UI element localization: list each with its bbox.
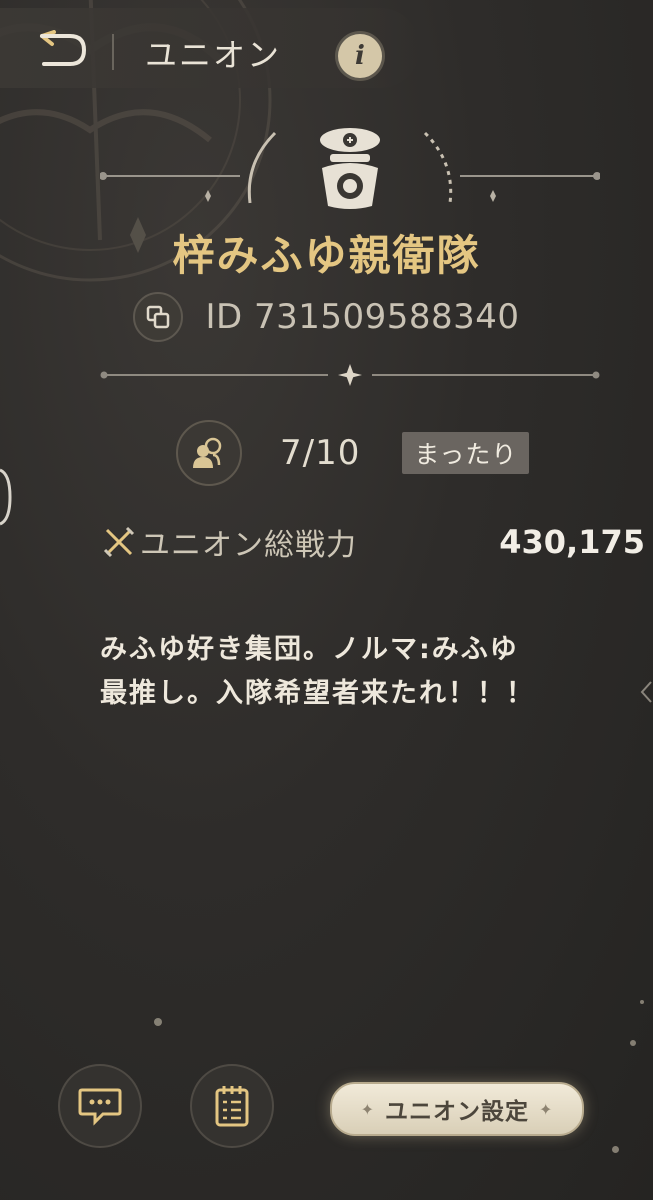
member-row: 7/10 まったり [176, 420, 530, 486]
left-edge-tab[interactable] [0, 462, 12, 532]
copy-id-button[interactable] [133, 292, 184, 342]
right-edge-arrow-icon[interactable] [639, 680, 653, 704]
back-button[interactable] [30, 30, 94, 70]
notes-button[interactable] [190, 1064, 274, 1148]
member-list-button[interactable] [176, 420, 242, 486]
union-id: ID 731509588340 [205, 297, 520, 337]
members-icon [193, 437, 222, 468]
union-description: みふゆ好き集団。ノルマ:みふゆ 最推し。入隊希望者来たれ！！！ [100, 628, 570, 716]
top-bar: ユニオン i [0, 8, 420, 88]
union-settings-button[interactable]: ✦ ユニオン設定 ✦ [330, 1082, 584, 1136]
back-arrow-icon [40, 30, 87, 66]
sparkle-decoration [612, 1146, 619, 1153]
chat-icon [78, 1088, 122, 1126]
topbar-divider [112, 34, 114, 70]
sparkle-icon: ✦ [360, 1099, 375, 1119]
notes-icon [215, 1086, 249, 1127]
union-id-row: ID 731509588340 [0, 292, 653, 342]
sparkle-decoration [154, 1018, 162, 1026]
divider-ornament [100, 364, 600, 386]
description-line: みふゆ好き集団。ノルマ:みふゆ [100, 634, 519, 665]
member-count: 7/10 [280, 433, 361, 473]
power-label: ユニオン総戦力 [140, 528, 357, 563]
sparkle-decoration [630, 1040, 636, 1046]
description-line: 最推し。入隊希望者来たれ！！！ [100, 678, 535, 709]
info-icon: i [355, 41, 365, 71]
union-name: 梓みふゆ親衛隊 [172, 231, 481, 280]
power-value: 430,175 [499, 523, 645, 561]
union-power-row: ユニオン総戦力 430,175 [100, 520, 645, 564]
chat-button[interactable] [58, 1064, 142, 1148]
copy-icon [147, 305, 170, 329]
page-title: ユニオン [145, 36, 282, 74]
sparkle-decoration [640, 1000, 644, 1004]
info-button[interactable]: i [338, 34, 382, 78]
union-emblem [100, 128, 600, 209]
union-settings-label: ユニオン設定 [385, 1099, 529, 1125]
sparkle-icon: ✦ [539, 1099, 554, 1119]
crossed-swords-icon [100, 523, 138, 561]
activity-style-badge: まったり [402, 432, 530, 474]
